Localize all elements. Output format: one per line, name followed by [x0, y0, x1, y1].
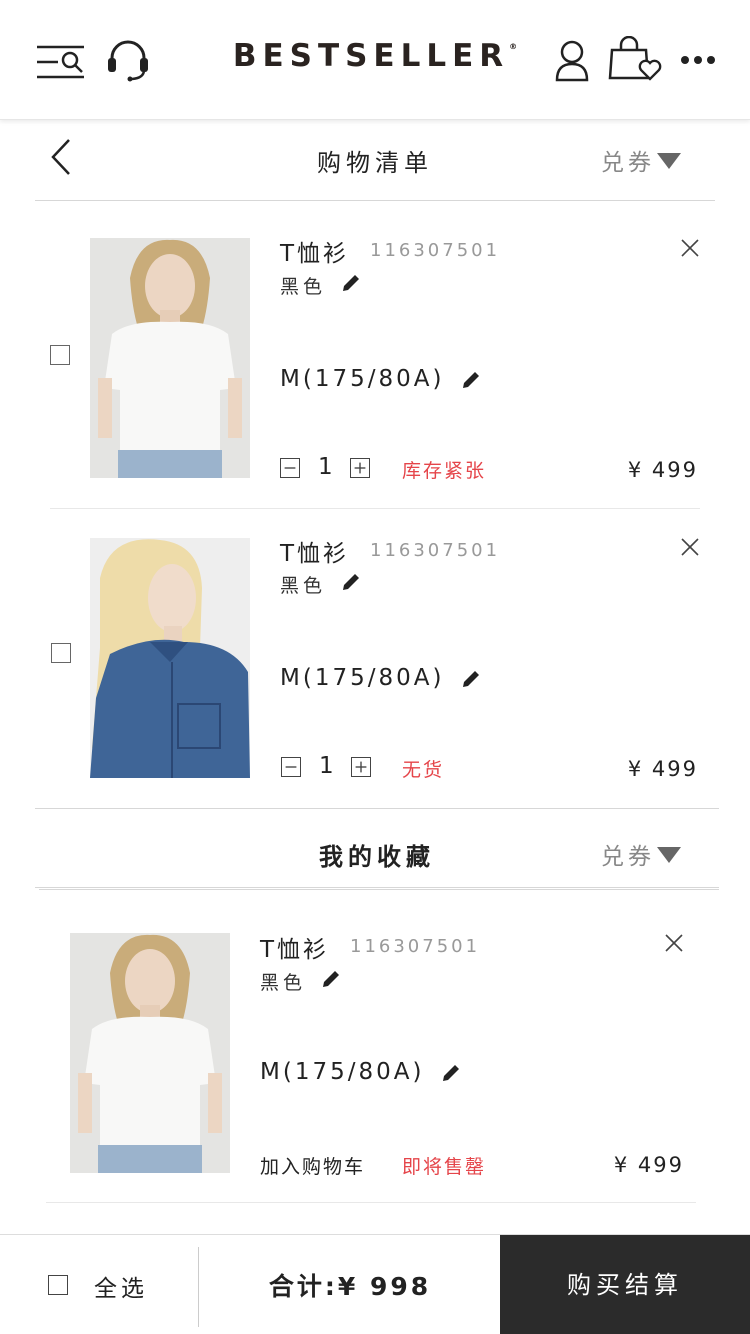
- close-icon[interactable]: [680, 238, 700, 258]
- quantity-value: 1: [318, 454, 333, 480]
- user-icon[interactable]: [554, 40, 590, 82]
- pencil-icon[interactable]: [320, 968, 342, 990]
- cart-coupon-dropdown[interactable]: 兑券: [601, 143, 681, 177]
- triangle-down-icon: [657, 847, 681, 863]
- stock-status: 库存紧张: [402, 460, 487, 482]
- checkout-button[interactable]: 购买结算: [500, 1235, 750, 1334]
- product-color: 黑色: [260, 972, 307, 994]
- plus-icon[interactable]: [350, 458, 370, 478]
- favorites-coupon-dropdown[interactable]: 兑券: [601, 837, 681, 871]
- product-name[interactable]: T恤衫: [280, 234, 349, 268]
- minus-icon[interactable]: [280, 458, 300, 478]
- product-code: 116307501: [350, 936, 481, 957]
- product-color: 黑色: [280, 575, 327, 597]
- stock-status: 即将售罄: [402, 1156, 487, 1178]
- select-all-label[interactable]: 全选: [94, 1269, 148, 1303]
- more-icon[interactable]: [680, 54, 716, 66]
- order-total: 合计:¥ 998: [268, 1272, 432, 1301]
- select-all-checkbox[interactable]: [48, 1275, 68, 1295]
- quantity-value: 1: [319, 753, 334, 779]
- item-divider: [46, 1202, 696, 1203]
- pencil-icon[interactable]: [440, 1062, 462, 1084]
- product-size: M(175/80A): [260, 1059, 425, 1085]
- footer-divider: [198, 1247, 199, 1327]
- product-size: M(175/80A): [280, 366, 445, 392]
- checkout-bar: 全选 合计:¥ 998 购买结算: [0, 1234, 750, 1334]
- product-name[interactable]: T恤衫: [280, 534, 349, 568]
- close-icon[interactable]: [680, 537, 700, 557]
- pencil-icon[interactable]: [340, 571, 362, 593]
- pencil-icon[interactable]: [340, 272, 362, 294]
- favorites-divider: [39, 889, 719, 890]
- top-nav-bar: BESTSELLER®: [0, 0, 750, 120]
- triangle-down-icon: [657, 153, 681, 169]
- item-checkbox[interactable]: [51, 643, 71, 663]
- product-image[interactable]: [90, 238, 250, 478]
- product-name[interactable]: T恤衫: [260, 930, 329, 964]
- item-checkbox[interactable]: [50, 345, 70, 365]
- stock-status: 无货: [402, 759, 445, 781]
- product-code: 116307501: [370, 240, 501, 261]
- item-divider: [50, 508, 700, 509]
- product-price: ¥ 499: [613, 1153, 684, 1177]
- pencil-icon[interactable]: [460, 668, 482, 690]
- product-image[interactable]: [90, 538, 250, 778]
- product-price: ¥ 499: [627, 757, 698, 781]
- product-image[interactable]: [70, 933, 230, 1173]
- close-icon[interactable]: [664, 933, 684, 953]
- bag-heart-icon[interactable]: [608, 36, 662, 82]
- cart-header: 购物清单 兑券: [35, 121, 715, 201]
- plus-icon[interactable]: [351, 757, 371, 777]
- product-price: ¥ 499: [627, 458, 698, 482]
- favorites-header: 我的收藏 兑券: [35, 808, 719, 888]
- pencil-icon[interactable]: [460, 369, 482, 391]
- product-color: 黑色: [280, 276, 327, 298]
- minus-icon[interactable]: [281, 757, 301, 777]
- add-to-cart-link[interactable]: 加入购物车: [260, 1152, 365, 1179]
- product-code: 116307501: [370, 540, 501, 561]
- product-size: M(175/80A): [280, 665, 445, 691]
